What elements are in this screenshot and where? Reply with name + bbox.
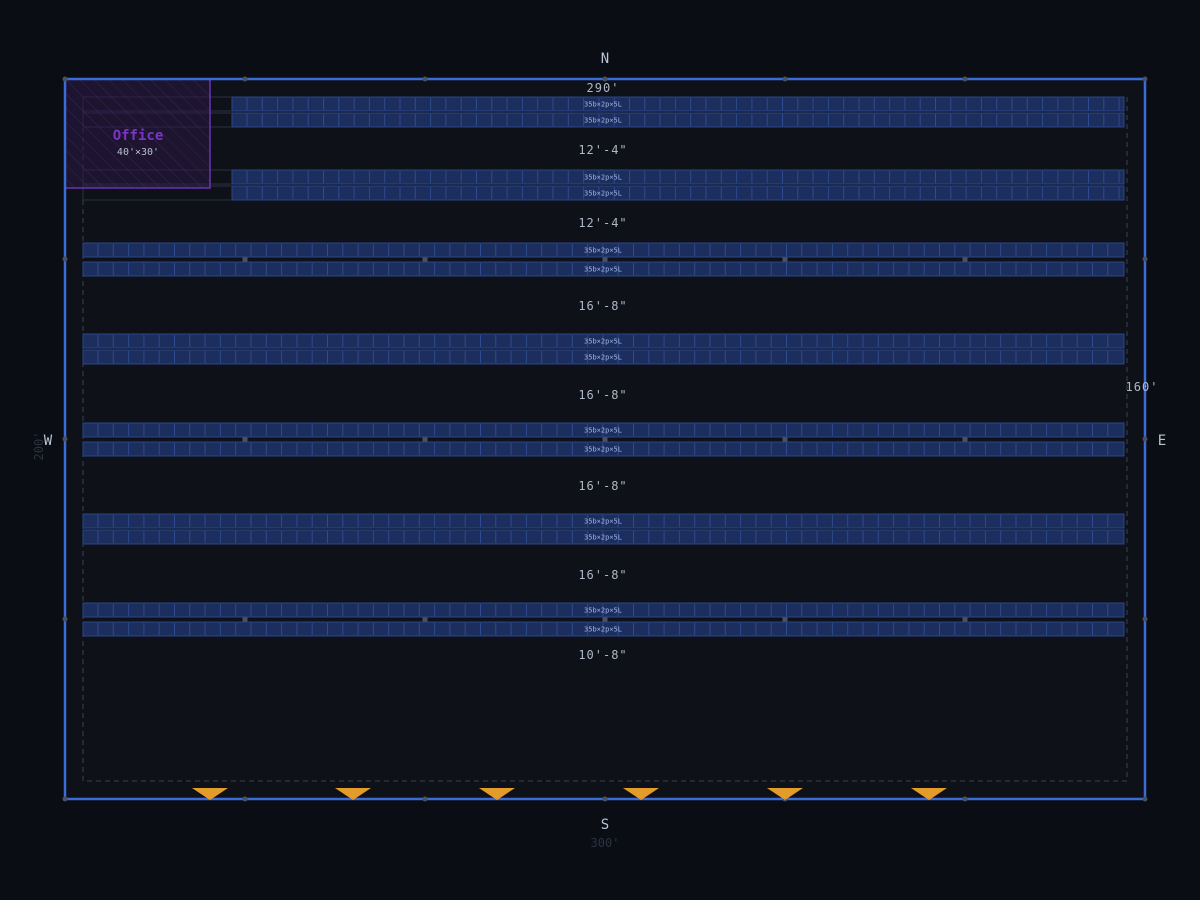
- rack-row-label: 35b×2p×5L: [584, 266, 622, 274]
- wall-post: [1142, 616, 1148, 622]
- rack-row-body: [231, 185, 1125, 201]
- outer-width-dimension: 300': [591, 836, 620, 850]
- rack-row[interactable]: 35b×2p×5L: [82, 602, 1125, 618]
- aisle-width-label: 12'-4": [578, 216, 627, 230]
- rack-row[interactable]: 35b×2p×5L: [82, 422, 1125, 438]
- rack-row-label: 35b×2p×5L: [584, 190, 622, 198]
- rack-row[interactable]: 35b×2p×5L: [82, 112, 1125, 128]
- wall-post: [62, 796, 68, 802]
- rack-row-label: 35b×2p×5L: [584, 427, 622, 435]
- aisle-width-label: 12'-4": [578, 143, 627, 157]
- rack-row[interactable]: 35b×2p×5L: [82, 242, 1125, 258]
- wall-post: [782, 76, 788, 82]
- wall-post: [422, 796, 428, 802]
- rack-row[interactable]: 35b×2p×5L: [82, 96, 1125, 112]
- rack-row-label: 35b×2p×5L: [584, 518, 622, 526]
- aisle-width-label: 16'-8": [578, 568, 627, 582]
- rack-row-label: 35b×2p×5L: [584, 354, 622, 362]
- warehouse-floor-plan: 35b×2p×5L 35b×2p×5L 35b×2p×5L 35b×2p×5L 35b×…: [32, 51, 1166, 850]
- rack-row-label: 35b×2p×5L: [584, 101, 622, 109]
- rack-row-label: 35b×2p×5L: [584, 626, 622, 634]
- rack-row-label: 35b×2p×5L: [584, 338, 622, 346]
- office[interactable]: Office 40'×30': [64, 78, 211, 189]
- wall-post: [962, 796, 968, 802]
- wall-post: [62, 256, 68, 262]
- inner-width-dimension: 290': [587, 81, 620, 95]
- rack-row[interactable]: 35b×2p×5L: [82, 529, 1125, 545]
- wall-post: [1142, 76, 1148, 82]
- rack-row[interactable]: 35b×2p×5L: [82, 513, 1125, 529]
- rack-row[interactable]: 35b×2p×5L: [82, 169, 1125, 185]
- aisle-width-label: 10'-8": [578, 648, 627, 662]
- rack-row[interactable]: 35b×2p×5L: [82, 621, 1125, 637]
- rack-row-label: 35b×2p×5L: [584, 117, 622, 125]
- rack-row-label: 35b×2p×5L: [584, 174, 622, 182]
- aisle-width-label: 16'-8": [578, 479, 627, 493]
- rack-row-body: [231, 169, 1125, 185]
- wall-post: [602, 796, 608, 802]
- wall-post: [422, 76, 428, 82]
- rack-row[interactable]: 35b×2p×5L: [82, 261, 1125, 277]
- rack-row-label: 35b×2p×5L: [584, 446, 622, 454]
- rack-row[interactable]: 35b×2p×5L: [82, 185, 1125, 201]
- wall-post: [62, 76, 68, 82]
- compass-east: E: [1158, 433, 1166, 449]
- inner-height-dimension: 160': [1126, 380, 1159, 394]
- aisle-width-label: 16'-8": [578, 299, 627, 313]
- wall-post: [1142, 256, 1148, 262]
- compass-north: N: [601, 51, 609, 67]
- rack-row-label: 35b×2p×5L: [584, 607, 622, 615]
- office-title: Office: [113, 128, 164, 144]
- wall-post: [962, 76, 968, 82]
- rack-row-label: 35b×2p×5L: [584, 247, 622, 255]
- rack-row[interactable]: 35b×2p×5L: [82, 333, 1125, 349]
- aisle-width-label: 16'-8": [578, 388, 627, 402]
- rack-row-body: [231, 96, 1125, 112]
- wall-post: [62, 436, 68, 442]
- office-size: 40'×30': [117, 147, 159, 158]
- rack-row[interactable]: 35b×2p×5L: [82, 349, 1125, 365]
- wall-post: [242, 796, 248, 802]
- rack-row[interactable]: 35b×2p×5L: [82, 441, 1125, 457]
- wall-post: [1142, 436, 1148, 442]
- compass-south: S: [601, 817, 609, 833]
- rack-row-label: 35b×2p×5L: [584, 534, 622, 542]
- wall-post: [62, 616, 68, 622]
- wall-post: [1142, 796, 1148, 802]
- wall-post: [242, 76, 248, 82]
- rack-row-body: [231, 112, 1125, 128]
- outer-height-dimension: 200': [32, 432, 46, 461]
